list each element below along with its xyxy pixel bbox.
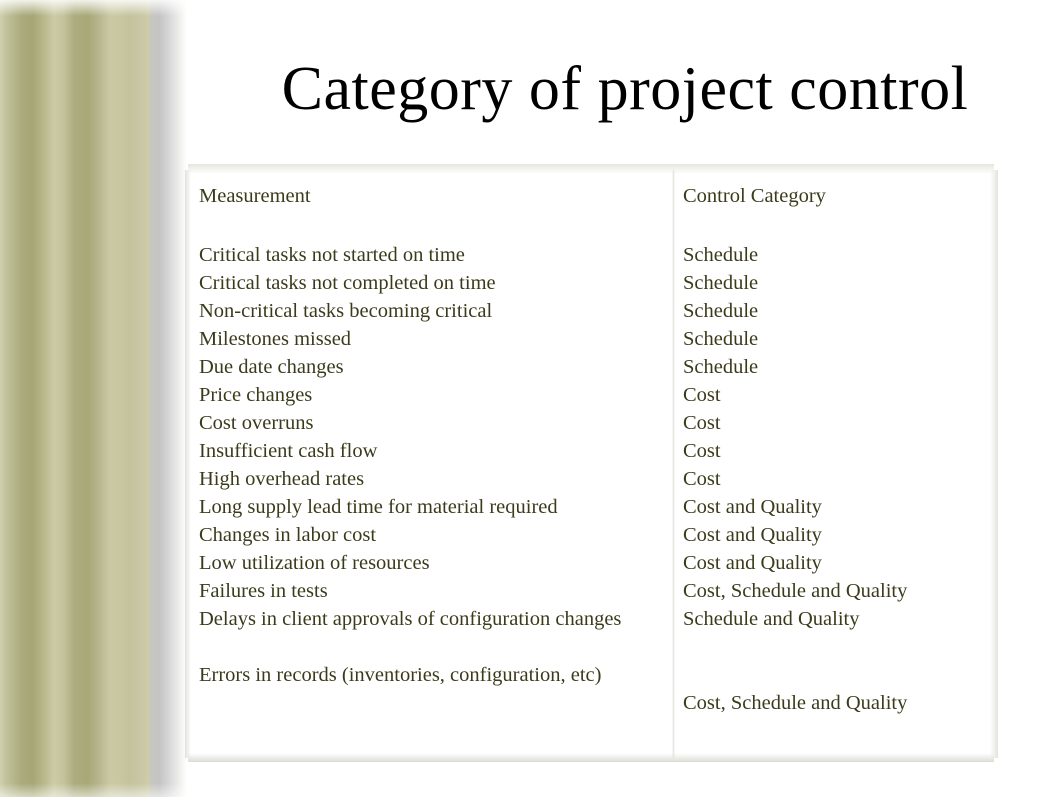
column-header-measurement: Measurement bbox=[199, 185, 311, 207]
table-row: Milestones missed Schedule bbox=[188, 325, 994, 353]
cell-measurement: Critical tasks not completed on time bbox=[199, 272, 496, 294]
table-body: Critical tasks not started on time Schedu… bbox=[188, 232, 994, 723]
decorative-side-band bbox=[0, 0, 148, 797]
cell-measurement: Price changes bbox=[199, 384, 313, 406]
cell-control-category: Cost bbox=[683, 468, 721, 490]
table-row: Cost overruns Cost bbox=[188, 409, 994, 437]
table-row: Long supply lead time for material requi… bbox=[188, 493, 994, 521]
cell-control-category: Schedule bbox=[683, 300, 759, 322]
table-header-row: Measurement Control Category bbox=[188, 170, 994, 232]
table-row: Critical tasks not started on time Schedu… bbox=[188, 232, 994, 269]
cell-control-category: Schedule bbox=[683, 244, 759, 266]
cell-control-category: Cost bbox=[683, 412, 721, 434]
cell-measurement: Critical tasks not started on time bbox=[199, 244, 465, 266]
category-table-panel: Measurement Control Category Critical ta… bbox=[185, 164, 998, 762]
cell-control-category: Cost and Quality bbox=[683, 552, 822, 574]
cell-measurement: Long supply lead time for material requi… bbox=[199, 496, 558, 518]
cell-control-category: Cost bbox=[683, 440, 721, 462]
table-row: Failures in tests Cost, Schedule and Qual… bbox=[188, 577, 994, 605]
cell-measurement: Milestones missed bbox=[199, 328, 352, 350]
table-row: Errors in records (inventories, configur… bbox=[188, 661, 994, 723]
panel-bottom-edge bbox=[188, 753, 994, 762]
cell-measurement: Low utilization of resources bbox=[199, 552, 430, 574]
cell-measurement: Changes in labor cost bbox=[199, 524, 377, 546]
table-row: Low utilization of resources Cost and Qua… bbox=[188, 549, 994, 577]
cell-measurement: Due date changes bbox=[199, 356, 344, 378]
slide-content-area: Category of project control Measurement … bbox=[185, 0, 1062, 797]
cell-measurement: Non-critical tasks becoming critical bbox=[199, 300, 493, 322]
cell-measurement: Cost overruns bbox=[199, 412, 314, 434]
cell-measurement: Failures in tests bbox=[199, 580, 328, 602]
table-header: Measurement Control Category bbox=[188, 170, 994, 232]
table-row: Non-critical tasks becoming critical Sche… bbox=[188, 297, 994, 325]
cell-control-category: Schedule bbox=[683, 328, 759, 350]
table-row: High overhead rates Cost bbox=[188, 465, 994, 493]
project-control-table: Measurement Control Category Critical ta… bbox=[188, 170, 994, 723]
cell-control-category: Schedule bbox=[683, 272, 759, 294]
table-row: Due date changes Schedule bbox=[188, 353, 994, 381]
cell-control-category: Cost and Quality bbox=[683, 496, 822, 518]
cell-measurement: Insufficient cash flow bbox=[199, 440, 378, 462]
table-row: Insufficient cash flow Cost bbox=[188, 437, 994, 465]
cell-control-category: Schedule bbox=[683, 356, 759, 378]
cell-measurement: Errors in records (inventories, configur… bbox=[199, 664, 602, 686]
column-header-control-category: Control Category bbox=[683, 185, 826, 207]
table-row: Delays in client approvals of configurat… bbox=[188, 605, 994, 661]
page-title: Category of project control bbox=[281, 55, 969, 123]
cell-control-category: Cost, Schedule and Quality bbox=[683, 692, 908, 714]
cell-measurement: High overhead rates bbox=[199, 468, 365, 490]
table-row: Price changes Cost bbox=[188, 381, 994, 409]
cell-measurement: Delays in client approvals of configurat… bbox=[199, 608, 622, 630]
table-row: Critical tasks not completed on time Sche… bbox=[188, 269, 994, 297]
cell-control-category: Cost and Quality bbox=[683, 524, 822, 546]
table-row: Changes in labor cost Cost and Quality bbox=[188, 521, 994, 549]
cell-control-category: Cost bbox=[683, 384, 721, 406]
cell-control-category: Schedule and Quality bbox=[683, 608, 860, 630]
cell-control-category: Cost, Schedule and Quality bbox=[683, 580, 908, 602]
side-band-shadow bbox=[147, 0, 187, 797]
